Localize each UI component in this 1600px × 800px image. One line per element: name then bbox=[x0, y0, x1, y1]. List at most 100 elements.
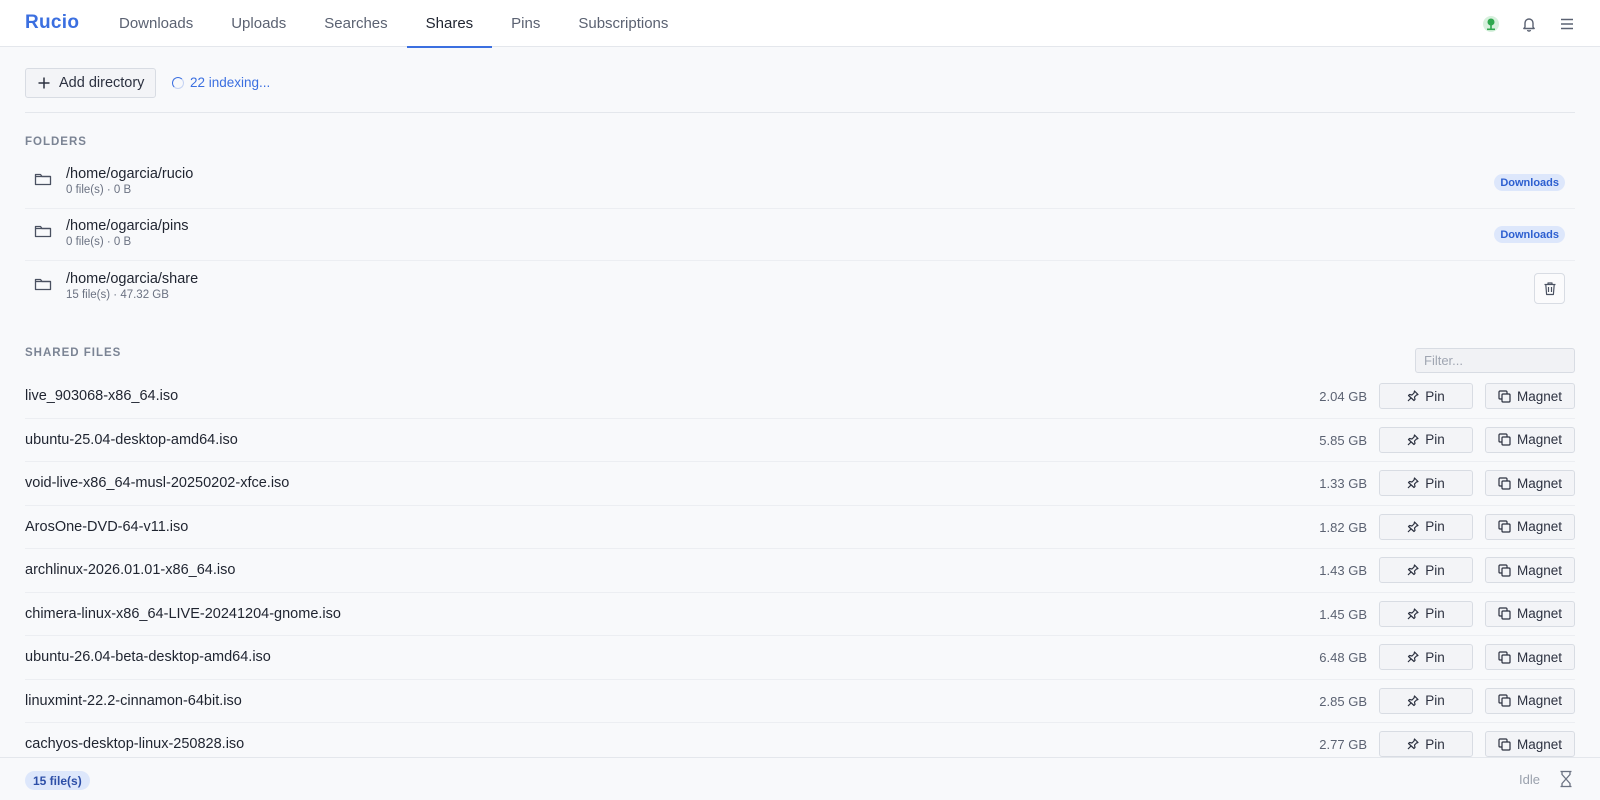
folders-section-title: FOLDERS bbox=[25, 136, 87, 148]
file-size: 2.04 GB bbox=[1319, 389, 1367, 404]
top-bar: Rucio Downloads Uploads Searches Shares … bbox=[0, 0, 1600, 48]
magnet-button[interactable]: Magnet bbox=[1485, 426, 1575, 453]
pin-button[interactable]: Pin bbox=[1379, 687, 1473, 714]
filter-input[interactable] bbox=[1415, 348, 1575, 373]
tab-shares[interactable]: Shares bbox=[406, 0, 493, 48]
file-row: void-live-x86_64-musl-20250202-xfce.iso 1… bbox=[25, 462, 1575, 506]
file-name: archlinux-2026.01.01-x86_64.iso bbox=[25, 562, 236, 578]
plus-icon bbox=[38, 77, 50, 89]
folder-icon bbox=[34, 173, 52, 186]
folder-path: /home/ogarcia/share bbox=[66, 271, 199, 287]
folder-icon bbox=[34, 225, 52, 238]
pin-label: Pin bbox=[1425, 693, 1445, 708]
pin-button[interactable]: Pin bbox=[1379, 557, 1473, 583]
file-name: ubuntu-26.04-beta-desktop-amd64.iso bbox=[25, 649, 271, 665]
magnet-label: Magnet bbox=[1516, 519, 1563, 534]
downloads-badge: Downloads bbox=[1494, 174, 1565, 191]
magnet-button[interactable]: Magnet bbox=[1485, 600, 1575, 627]
pin-label: Pin bbox=[1425, 432, 1445, 447]
file-row: chimera-linux-x86_64-LIVE-20241204-gnome… bbox=[25, 593, 1575, 636]
pin-button[interactable]: Pin bbox=[1379, 644, 1473, 670]
copy-icon bbox=[1498, 563, 1511, 577]
magnet-button[interactable]: Magnet bbox=[1485, 644, 1575, 670]
file-row: live_903068-x86_64.iso 2.04 GB Pin Magnet bbox=[25, 375, 1575, 419]
copy-icon bbox=[1498, 520, 1511, 533]
magnet-button[interactable]: Magnet bbox=[1485, 383, 1575, 409]
status-text: Idle bbox=[1519, 772, 1540, 787]
add-directory-button[interactable]: Add directory bbox=[25, 68, 157, 98]
file-size: 1.45 GB bbox=[1319, 606, 1367, 622]
file-name: live_903068-x86_64.iso bbox=[25, 388, 179, 404]
folder-item[interactable]: /home/ogarcia/share 15 file(s) · 47.32 G… bbox=[25, 262, 1575, 314]
magnet-button[interactable]: Magnet bbox=[1485, 557, 1575, 583]
pin-button[interactable]: Pin bbox=[1379, 426, 1473, 453]
pin-icon bbox=[1407, 477, 1419, 489]
tab-downloads[interactable]: Downloads bbox=[100, 0, 212, 47]
spinner-icon bbox=[172, 76, 184, 89]
copy-icon bbox=[1498, 433, 1511, 446]
file-size: 2.77 GB bbox=[1319, 737, 1367, 752]
folder-item[interactable]: /home/ogarcia/rucio 0 file(s) · 0 B Down… bbox=[25, 157, 1575, 209]
pin-icon bbox=[1407, 390, 1419, 402]
pin-icon bbox=[1407, 607, 1419, 619]
file-name: cachyos-desktop-linux-250828.iso bbox=[25, 736, 245, 752]
pin-button[interactable]: Pin bbox=[1379, 470, 1473, 496]
magnet-label: Magnet bbox=[1516, 606, 1563, 621]
trash-icon bbox=[1544, 282, 1555, 296]
folder-path: /home/ogarcia/pins bbox=[66, 218, 189, 234]
file-name: ubuntu-25.04-desktop-amd64.iso bbox=[25, 431, 238, 448]
file-row: ubuntu-25.04-desktop-amd64.iso 5.85 GB Pin… bbox=[25, 419, 1575, 462]
pin-icon bbox=[1407, 738, 1419, 750]
magnet-label: Magnet bbox=[1516, 649, 1563, 665]
tab-subscriptions[interactable]: Subscriptions bbox=[559, 0, 687, 47]
pin-button[interactable]: Pin bbox=[1379, 731, 1473, 757]
magnet-button[interactable]: Magnet bbox=[1485, 470, 1575, 496]
app-brand[interactable]: Rucio bbox=[25, 12, 79, 34]
pin-button[interactable]: Pin bbox=[1379, 383, 1473, 409]
tab-uploads[interactable]: Uploads bbox=[212, 0, 305, 47]
pin-button[interactable]: Pin bbox=[1379, 600, 1473, 627]
bell-icon[interactable] bbox=[1518, 13, 1540, 35]
magnet-label: Magnet bbox=[1516, 388, 1563, 404]
pin-label: Pin bbox=[1425, 562, 1445, 578]
file-size: 6.48 GB bbox=[1319, 650, 1367, 665]
top-icons bbox=[1480, 13, 1578, 35]
pin-icon bbox=[1407, 651, 1419, 663]
magnet-label: Magnet bbox=[1516, 693, 1563, 708]
pin-icon bbox=[1407, 694, 1419, 706]
menu-icon[interactable] bbox=[1556, 13, 1578, 35]
indexing-status: 22 indexing... bbox=[172, 75, 270, 90]
magnet-button[interactable]: Magnet bbox=[1485, 687, 1575, 714]
shares-toolbar: Add directory 22 indexing... bbox=[25, 68, 1575, 113]
pin-label: Pin bbox=[1425, 649, 1445, 665]
folder-path: /home/ogarcia/rucio bbox=[66, 166, 194, 182]
status-bar: 15 file(s) Idle bbox=[0, 757, 1600, 800]
network-status-icon[interactable] bbox=[1480, 13, 1502, 35]
remove-folder-button[interactable] bbox=[1534, 273, 1565, 304]
file-row: ArosOne-DVD-64-v11.iso 1.82 GB Pin Magnet bbox=[25, 506, 1575, 549]
pin-icon bbox=[1407, 520, 1419, 532]
folder-meta: 0 file(s) · 0 B bbox=[66, 236, 132, 248]
magnet-label: Magnet bbox=[1516, 736, 1563, 752]
file-name: chimera-linux-x86_64-LIVE-20241204-gnome… bbox=[25, 605, 341, 622]
file-name: ArosOne-DVD-64-v11.iso bbox=[25, 518, 189, 535]
file-size: 2.85 GB bbox=[1319, 693, 1367, 709]
pin-label: Pin bbox=[1425, 475, 1445, 491]
pin-label: Pin bbox=[1425, 736, 1445, 752]
file-size: 1.33 GB bbox=[1319, 476, 1367, 491]
file-row: linuxmint-22.2-cinnamon-64bit.iso 2.85 GB… bbox=[25, 680, 1575, 723]
magnet-label: Magnet bbox=[1516, 432, 1563, 447]
copy-icon bbox=[1498, 389, 1511, 403]
file-size: 1.82 GB bbox=[1319, 519, 1367, 535]
folder-item[interactable]: /home/ogarcia/pins 0 file(s) · 0 B Downl… bbox=[25, 209, 1575, 261]
tab-pins[interactable]: Pins bbox=[492, 0, 559, 47]
pin-label: Pin bbox=[1425, 606, 1445, 621]
magnet-button[interactable]: Magnet bbox=[1485, 731, 1575, 757]
shared-files-section-title: SHARED FILES bbox=[25, 347, 122, 359]
file-name: void-live-x86_64-musl-20250202-xfce.iso bbox=[25, 475, 290, 491]
pin-label: Pin bbox=[1425, 519, 1445, 534]
tab-searches[interactable]: Searches bbox=[305, 0, 406, 47]
pin-button[interactable]: Pin bbox=[1379, 513, 1473, 540]
copy-icon bbox=[1498, 694, 1511, 707]
magnet-button[interactable]: Magnet bbox=[1485, 513, 1575, 540]
